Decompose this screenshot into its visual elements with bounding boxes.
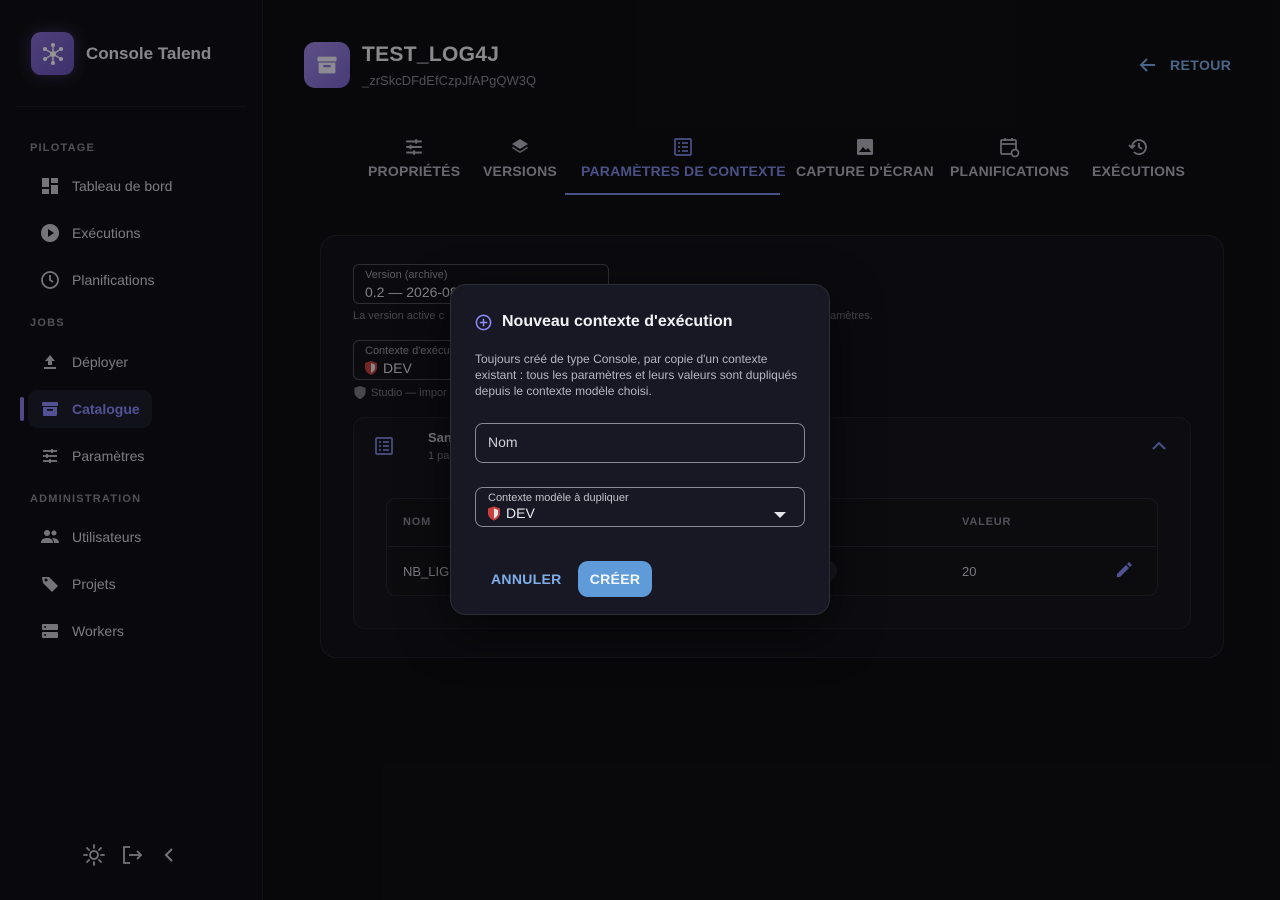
dropdown-arrow-icon bbox=[774, 505, 786, 523]
template-context-label: Contexte modèle à dupliquer bbox=[488, 492, 629, 504]
context-name-placeholder: Nom bbox=[488, 434, 518, 450]
template-context-select[interactable]: Contexte modèle à dupliquer DEV bbox=[475, 487, 805, 527]
template-context-value: DEV bbox=[488, 505, 535, 521]
template-context-value-text: DEV bbox=[506, 505, 535, 521]
shield-flag-icon bbox=[488, 506, 500, 521]
create-button[interactable]: CRÉER bbox=[578, 561, 652, 597]
dialog-title: Nouveau contexte d'exécution bbox=[475, 313, 733, 331]
add-circle-icon bbox=[475, 314, 492, 331]
cancel-button[interactable]: ANNULER bbox=[479, 561, 574, 597]
dialog-description: Toujours créé de type Console, par copie… bbox=[475, 352, 798, 398]
context-name-input[interactable]: Nom bbox=[475, 423, 805, 463]
dialog-title-text: Nouveau contexte d'exécution bbox=[502, 313, 733, 330]
new-context-dialog: Nouveau contexte d'exécution Toujours cr… bbox=[450, 284, 830, 615]
